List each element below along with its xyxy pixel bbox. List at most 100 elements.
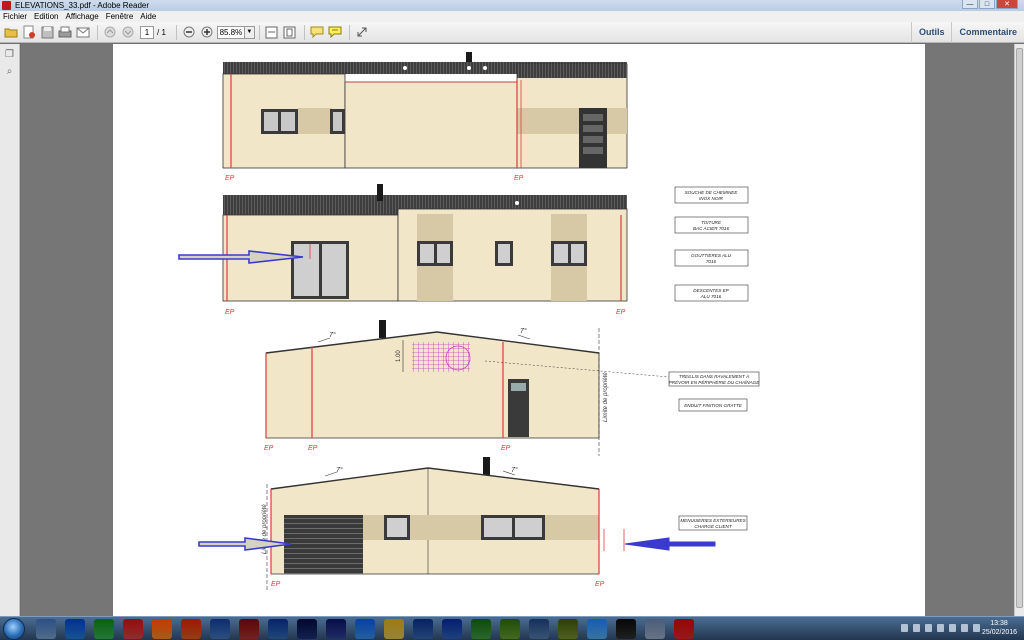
taskbar-app-icon[interactable] bbox=[674, 619, 694, 639]
taskbar-app-icon[interactable] bbox=[123, 619, 143, 639]
print-icon[interactable] bbox=[57, 24, 73, 40]
taskbar-app-icon[interactable] bbox=[94, 619, 114, 639]
taskbar-app-icon[interactable] bbox=[326, 619, 346, 639]
tray-icon[interactable] bbox=[901, 624, 908, 632]
volume-icon[interactable] bbox=[973, 624, 980, 632]
menu-edition[interactable]: Edition bbox=[34, 11, 58, 22]
taskbar-app-icon[interactable] bbox=[239, 619, 259, 639]
window-pane bbox=[515, 518, 542, 537]
taskbar-app-icon[interactable] bbox=[471, 619, 491, 639]
taskbar-app-icon[interactable] bbox=[413, 619, 433, 639]
zoom-level-input[interactable]: 85.8% bbox=[216, 25, 245, 39]
door-panel bbox=[583, 114, 603, 121]
maximize-button[interactable]: □ bbox=[979, 0, 995, 9]
page-down-icon[interactable] bbox=[120, 24, 136, 40]
toolbar-separator bbox=[175, 24, 177, 40]
slope-label: 7° bbox=[336, 466, 343, 474]
title-bar: ELEVATIONS_33.pdf - Adobe Reader — □ ✕ bbox=[0, 0, 1024, 11]
tray-icon[interactable] bbox=[949, 624, 956, 632]
minimize-button[interactable]: — bbox=[962, 0, 978, 9]
door-pane bbox=[294, 244, 319, 296]
taskbar: 13:38 25/02/2016 bbox=[0, 616, 1024, 640]
taskbar-app-icon[interactable] bbox=[297, 619, 317, 639]
create-pdf-icon[interactable] bbox=[21, 24, 37, 40]
taskbar-app-icon[interactable] bbox=[442, 619, 462, 639]
email-icon[interactable] bbox=[75, 24, 91, 40]
wall-volume bbox=[344, 81, 518, 169]
stone-band bbox=[298, 108, 332, 134]
tray-icon[interactable] bbox=[961, 624, 968, 632]
tray-icon[interactable] bbox=[937, 624, 944, 632]
zoom-dropdown-button[interactable]: ▼ bbox=[244, 25, 255, 39]
taskbar-app-icon[interactable] bbox=[645, 619, 665, 639]
zoom-out-icon[interactable] bbox=[181, 24, 197, 40]
elevation-drawing: EP EP EP EP 1.00 Limite de propriété 7° … bbox=[178, 52, 760, 592]
toolbar-separator bbox=[258, 24, 260, 40]
pages-thumbnail-icon[interactable]: ❐ bbox=[4, 49, 16, 61]
clock[interactable]: 13:38 25/02/2016 bbox=[982, 619, 1017, 637]
door-pane bbox=[322, 244, 346, 296]
taskbar-app-icon[interactable] bbox=[616, 619, 636, 639]
ep-label: EP bbox=[514, 175, 524, 182]
clock-time: 13:38 bbox=[990, 620, 1008, 627]
page-up-icon[interactable] bbox=[102, 24, 118, 40]
menu-fichier[interactable]: Fichier bbox=[3, 11, 27, 22]
taskbar-app-icon[interactable] bbox=[587, 619, 607, 639]
scrollbar-thumb[interactable] bbox=[1016, 48, 1023, 608]
adobe-reader-icon bbox=[2, 1, 11, 10]
page-number-input[interactable]: 1 bbox=[140, 25, 154, 39]
toolbar-right-tabs: Outils Commentaire bbox=[910, 22, 1024, 43]
legend-line: GOUTTIERES ALU bbox=[691, 253, 732, 258]
window-pane bbox=[387, 518, 407, 537]
taskbar-app-icon[interactable] bbox=[384, 619, 404, 639]
close-button[interactable]: ✕ bbox=[996, 0, 1018, 9]
slope-label: 7° bbox=[511, 466, 518, 474]
fit-page-icon[interactable] bbox=[282, 24, 298, 40]
window-pane bbox=[498, 244, 510, 263]
tab-outils[interactable]: Outils bbox=[910, 22, 952, 43]
taskbar-app-icon[interactable] bbox=[355, 619, 375, 639]
taskbar-app-icon[interactable] bbox=[152, 619, 172, 639]
door-glass bbox=[511, 383, 526, 391]
highlight-icon[interactable] bbox=[327, 24, 343, 40]
tray-icon[interactable] bbox=[925, 624, 932, 632]
taskbar-app-icon[interactable] bbox=[36, 619, 56, 639]
roof-cladding bbox=[517, 64, 627, 78]
taskbar-app-icon[interactable] bbox=[529, 619, 549, 639]
slope-marker bbox=[517, 334, 531, 340]
comment-icon[interactable] bbox=[309, 24, 325, 40]
legend-line: TOITURE bbox=[701, 220, 722, 225]
legend-line: ENDUIT FINITION GRATTE bbox=[684, 403, 743, 408]
menu-affichage[interactable]: Affichage bbox=[65, 11, 98, 22]
slope-label: 7° bbox=[520, 327, 527, 335]
zoom-in-icon[interactable] bbox=[199, 24, 215, 40]
elevation-2: EP EP bbox=[178, 184, 628, 316]
legend-line: 7016 bbox=[706, 259, 717, 264]
legend-line: DESCENTES EP bbox=[693, 288, 729, 293]
taskbar-app-icon[interactable] bbox=[268, 619, 288, 639]
menu-fenetre[interactable]: Fenêtre bbox=[106, 11, 134, 22]
open-icon[interactable] bbox=[3, 24, 19, 40]
start-button[interactable] bbox=[3, 618, 25, 640]
attachments-icon[interactable]: ⌕ bbox=[4, 66, 16, 78]
ep-label: EP bbox=[308, 445, 318, 452]
legend-line: CHARGE CLIENT bbox=[694, 524, 732, 529]
expand-icon[interactable] bbox=[354, 24, 370, 40]
taskbar-app-icon[interactable] bbox=[558, 619, 578, 639]
vertical-scrollbar[interactable] bbox=[1014, 44, 1024, 616]
tab-commentaire[interactable]: Commentaire bbox=[951, 22, 1024, 43]
window-pane bbox=[554, 244, 568, 263]
taskbar-app-icon[interactable] bbox=[210, 619, 230, 639]
legend-line: TREILLIS DANS RAVALEMENT À bbox=[679, 373, 749, 379]
taskbar-app-icon[interactable] bbox=[181, 619, 201, 639]
pdf-page[interactable]: EP EP EP EP 1.00 Limite de propriété 7° … bbox=[113, 44, 925, 616]
ep-label: EP bbox=[616, 309, 626, 316]
save-icon[interactable] bbox=[39, 24, 55, 40]
taskbar-app-icon[interactable] bbox=[65, 619, 85, 639]
taskbar-app-icon[interactable] bbox=[500, 619, 520, 639]
legend-line: INOX NOIR bbox=[699, 196, 724, 201]
chimney bbox=[379, 320, 386, 338]
fit-width-icon[interactable] bbox=[264, 24, 280, 40]
tray-icon[interactable] bbox=[913, 624, 920, 632]
menu-aide[interactable]: Aide bbox=[140, 11, 156, 22]
